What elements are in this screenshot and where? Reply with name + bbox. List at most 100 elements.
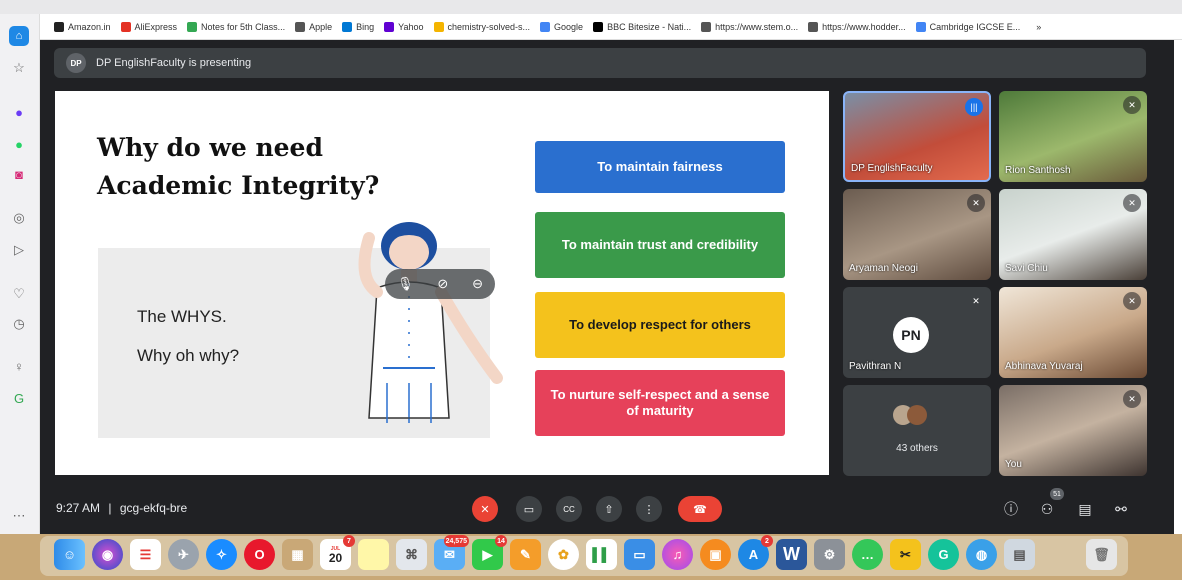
finder-icon[interactable]: ☺ <box>54 539 85 570</box>
mic-off-icon[interactable]: 🎙 <box>397 276 414 292</box>
slide-title-line2: Academic Integrity? <box>97 171 380 200</box>
mic-off-icon: ✕ <box>972 295 980 306</box>
minus-circle-icon[interactable]: ⊖ <box>472 276 483 292</box>
slide-title-line1: Why do we need <box>97 133 323 162</box>
numbers-icon[interactable]: ▌▌ <box>586 539 617 570</box>
launchpad-icon[interactable]: ✈ <box>168 539 199 570</box>
keynote-icon[interactable]: ▭ <box>624 539 655 570</box>
woman-illustration <box>358 222 503 423</box>
bookmark-item[interactable]: https://www.stem.o... <box>701 21 798 32</box>
participant-tile-you[interactable]: ✕ You <box>999 385 1147 476</box>
more-options-button[interactable]: ⋮ <box>636 496 662 522</box>
opera-icon[interactable]: O <box>244 539 275 570</box>
safari-icon[interactable]: ✧ <box>206 539 237 570</box>
bookmark-label: chemistry-solved-s... <box>447 21 531 32</box>
whatsapp-icon[interactable]: ● <box>9 134 29 154</box>
activities-icon[interactable]: ⚯ <box>1110 498 1132 520</box>
chat-icon[interactable]: ▤ <box>1074 498 1096 520</box>
participant-name: Aryaman Neogi <box>849 263 918 274</box>
bookmark-item[interactable]: Bing <box>342 21 375 32</box>
tools-icon[interactable]: ✂ <box>890 539 921 570</box>
avatar: PN <box>893 317 929 353</box>
bookmark-label: Yahoo <box>398 21 424 32</box>
system-preferences-icon[interactable]: ⚙ <box>814 539 845 570</box>
mic-toggle-button[interactable]: ✕ <box>472 496 498 522</box>
more-icon[interactable]: ⋯ <box>9 506 29 526</box>
bookmark-favicon-icon <box>295 21 306 32</box>
bookmark-item[interactable]: chemistry-solved-s... <box>433 21 531 32</box>
photo-viewer-icon[interactable]: ▤ <box>1004 539 1035 570</box>
participant-tile-abhinava-yuvaraj[interactable]: ✕ Abhinava Yuvaraj <box>999 287 1147 378</box>
itunes-icon[interactable]: ♫ <box>662 539 693 570</box>
participant-tile-pavithran-n[interactable]: ✕ PN Pavithran N <box>843 287 991 378</box>
calendar-icon[interactable]: JUL 20 7 <box>320 535 355 570</box>
bookmark-item[interactable]: Cambridge IGCSE E... <box>915 21 1020 32</box>
photos-icon[interactable]: ✿ <box>548 539 579 570</box>
bookmark-item[interactable]: Notes for 5th Class... <box>187 21 285 32</box>
play-icon[interactable]: ◎ <box>9 208 29 228</box>
notes-app-icon[interactable]: ▦ <box>282 539 313 570</box>
pin-off-icon[interactable]: ⊘ <box>437 276 448 292</box>
trash-icon[interactable]: 🗑 <box>1086 539 1117 570</box>
mic-off-icon: ✕ <box>967 194 985 212</box>
grammarly-icon[interactable]: G <box>928 539 959 570</box>
heart-icon[interactable]: ♡ <box>9 284 29 304</box>
bookmark-favicon-icon <box>187 21 198 32</box>
participant-tile-aryaman-neogi[interactable]: ✕ Aryaman Neogi <box>843 189 991 280</box>
bookmark-item[interactable]: https://www.hodder... <box>808 21 906 32</box>
instagram-icon[interactable]: ◙ <box>9 164 29 184</box>
avatar: DP <box>66 53 86 73</box>
participant-tile-rion-santhosh[interactable]: ✕ Rion Santhosh <box>999 91 1147 182</box>
participant-tile-dp-englishfaculty[interactable]: ||| DP EnglishFaculty <box>843 91 991 182</box>
bookmark-item[interactable]: BBC Bitesize - Nati... <box>593 21 691 32</box>
send-icon[interactable]: ▷ <box>9 240 29 260</box>
facetime-icon[interactable]: ▶ 14 <box>472 535 507 570</box>
leave-call-button[interactable]: ☎ <box>678 496 722 522</box>
google-extension-icon[interactable]: G <box>9 388 29 408</box>
bookmarks-overflow-icon[interactable]: » <box>1036 22 1041 32</box>
bookmark-item[interactable]: Amazon.in <box>54 21 111 32</box>
meeting-control-bar: 9:27 AM | gcg-ekfq-bre ✕ ▭ CC ⇧ ⋮ ☎ ⓘ ⚇ … <box>40 486 1174 534</box>
messenger-icon[interactable]: ● <box>9 102 29 122</box>
bookmark-item[interactable]: AliExpress <box>120 21 178 32</box>
screen: Amazon.in AliExpress Notes for 5th Class..… <box>0 0 1182 580</box>
mic-off-icon: ✕ <box>1123 96 1141 114</box>
dock: ☺ ◉ ☰ ✈ ✧ O ▦ JUL 20 7 ⌘ ✉ 24,575 ▶ 14 ✎ ✿… <box>40 535 1128 576</box>
bulb-icon[interactable]: ♀ <box>9 356 29 376</box>
bookmarks-bar: Amazon.in AliExpress Notes for 5th Class..… <box>40 14 1182 40</box>
pages-icon[interactable]: ✎ <box>510 539 541 570</box>
star-icon[interactable]: ☆ <box>9 58 29 78</box>
participant-tile-savi-chiu[interactable]: ✕ Savi Chiu <box>999 189 1147 280</box>
separator: | <box>108 501 112 515</box>
meeting-info-icon[interactable]: ⓘ <box>1000 498 1022 520</box>
bookmark-item[interactable]: Google <box>540 21 583 32</box>
globe-icon[interactable]: ◍ <box>966 539 997 570</box>
shared-slide: Why do we need Academic Integrity? The W… <box>55 91 829 475</box>
clock-icon[interactable]: ◷ <box>9 314 29 334</box>
word-icon[interactable]: W <box>776 539 807 570</box>
app-store-icon[interactable]: A2 <box>738 535 773 570</box>
mail-icon[interactable]: ✉ 24,575 <box>434 535 469 570</box>
people-icon[interactable]: ⚇ 51 <box>1036 488 1064 520</box>
home-icon[interactable]: ⌂ <box>9 26 29 46</box>
bookmark-label: Bing <box>356 21 375 32</box>
bookmark-item[interactable]: Yahoo <box>384 21 424 32</box>
participant-tile-others[interactable]: 43 others <box>843 385 991 476</box>
bookmark-label: Amazon.in <box>68 21 111 32</box>
bookmark-item[interactable]: Apple <box>295 21 332 32</box>
books-icon[interactable]: ▣ <box>700 539 731 570</box>
preview-icon[interactable]: ⌘ <box>396 539 427 570</box>
captions-button[interactable]: CC <box>556 496 582 522</box>
present-button[interactable]: ⇧ <box>596 496 622 522</box>
messages-icon[interactable]: … <box>852 539 883 570</box>
camera-toggle-button[interactable]: ▭ <box>516 496 542 522</box>
meeting-time-code: 9:27 AM | gcg-ekfq-bre <box>56 501 187 515</box>
speaking-icon: ||| <box>965 98 983 116</box>
siri-icon[interactable]: ◉ <box>92 539 123 570</box>
bookmark-favicon-icon <box>342 21 353 32</box>
reminders-icon[interactable]: ☰ <box>130 539 161 570</box>
bookmark-label: AliExpress <box>134 21 178 32</box>
presenting-text: DP EnglishFaculty is presenting <box>96 57 252 69</box>
stickies-icon[interactable] <box>358 539 389 570</box>
bookmark-label: https://www.hodder... <box>822 21 906 32</box>
